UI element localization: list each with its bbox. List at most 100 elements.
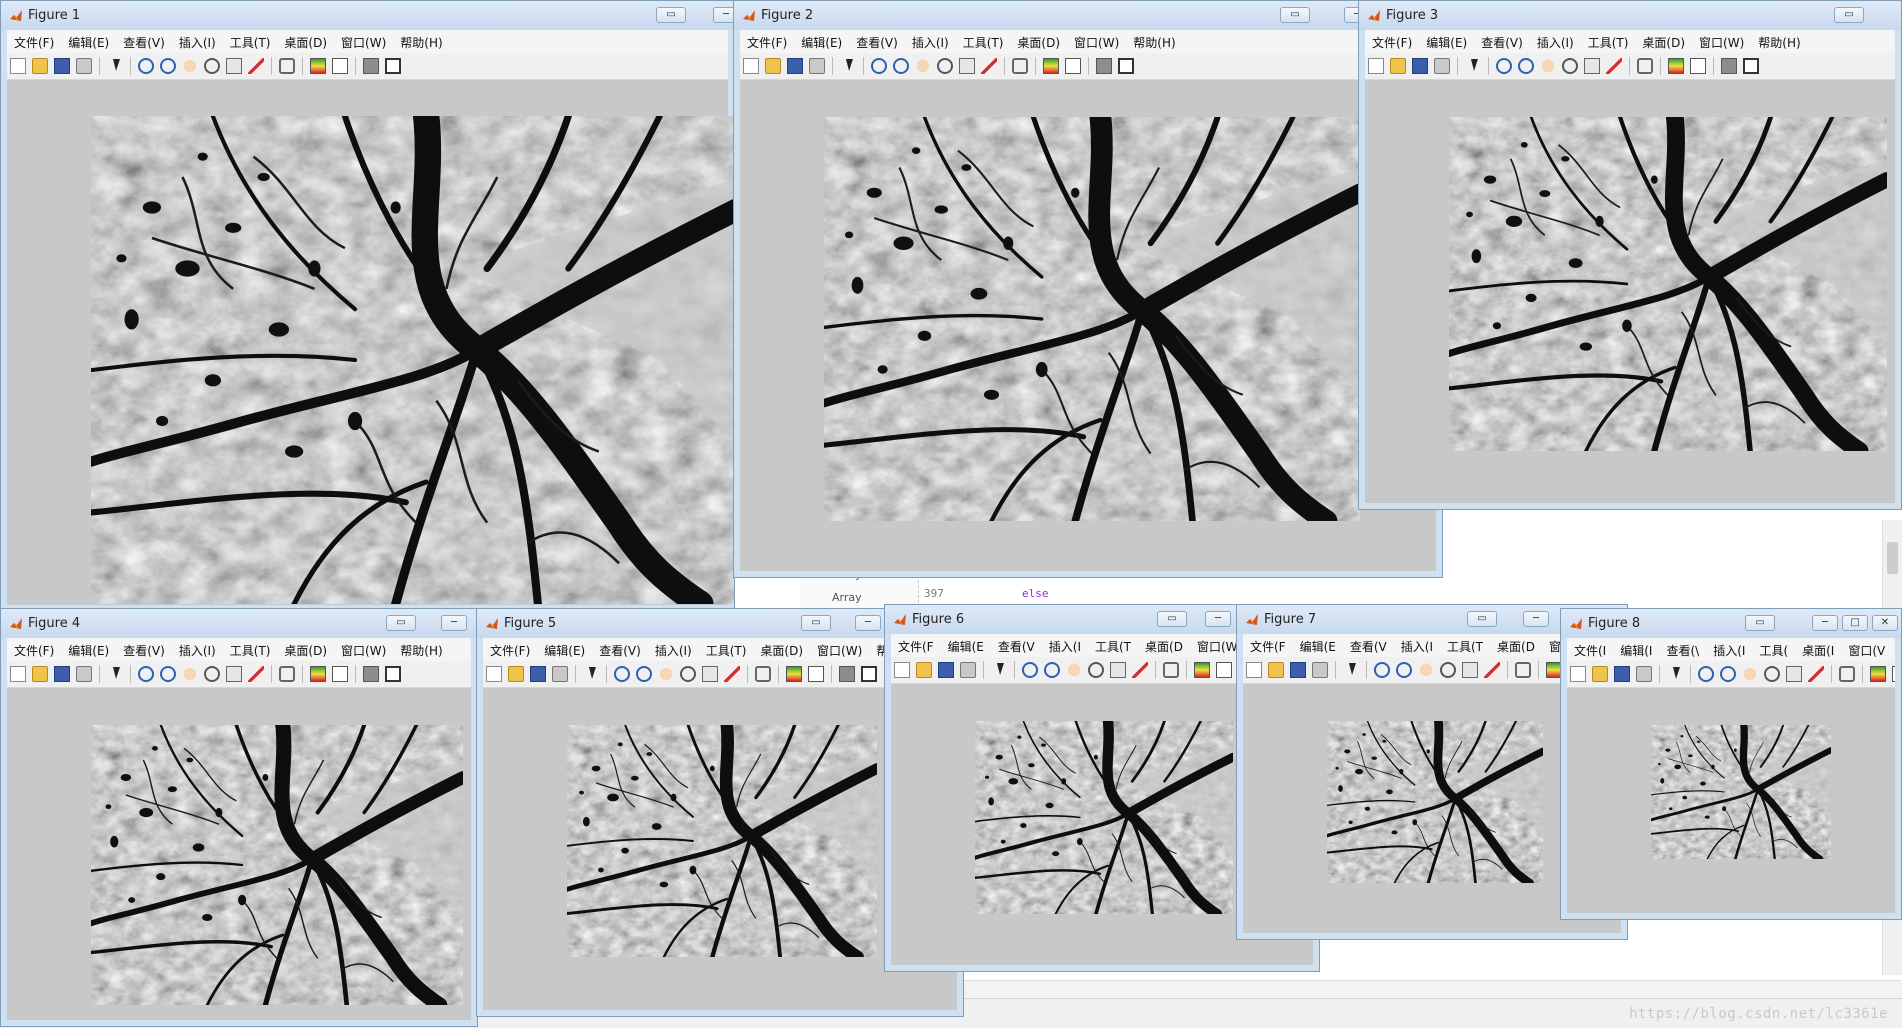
link-plot-icon[interactable] <box>1515 662 1531 678</box>
data-cursor-icon[interactable] <box>1786 666 1802 682</box>
rotate-3d-icon[interactable] <box>1764 666 1780 682</box>
data-cursor-icon[interactable] <box>702 666 718 682</box>
menu-item[interactable]: 文件(F) <box>7 30 61 53</box>
figure-window-3[interactable]: Figure 3 ▭ 文件(F) 编辑(E) 查看(V) 插入(I) 工具(T) 桌面(D) 窗… <box>1358 0 1902 510</box>
print-icon[interactable] <box>1312 662 1328 678</box>
new-figure-icon[interactable] <box>10 58 26 74</box>
menu-item[interactable]: 桌面(D <box>1138 634 1190 657</box>
link-plot-icon[interactable] <box>1637 58 1653 74</box>
zoom-in-icon[interactable] <box>1022 662 1038 678</box>
open-file-icon[interactable] <box>32 58 48 74</box>
new-figure-icon[interactable] <box>1246 662 1262 678</box>
menu-item[interactable]: 桌面(D) <box>277 30 334 53</box>
print-icon[interactable] <box>1434 58 1450 74</box>
edit-plot-arrow-icon[interactable] <box>1343 662 1359 678</box>
colorbar-icon[interactable] <box>310 58 326 74</box>
show-plot-tools-icon[interactable] <box>385 58 401 74</box>
figure-window-2[interactable]: Figure 2 ▭ ─ 文件(F) 编辑(E) 查看(V) 插入(I) 工具(T) 桌面(D)… <box>733 0 1443 578</box>
menu-item[interactable]: 插入(I) <box>648 638 699 661</box>
data-cursor-icon[interactable] <box>226 666 242 682</box>
menu-item[interactable]: 帮助(H) <box>1126 30 1182 53</box>
figure-window-4[interactable]: Figure 4 ▭ ─ 文件(F) 编辑(E) 查看(V) 插入(I) 工具(T) 桌面(D)… <box>0 608 478 1027</box>
menu-item[interactable]: 窗口(V <box>1841 638 1892 661</box>
menu-item[interactable]: 查看(\ <box>1659 638 1706 661</box>
print-icon[interactable] <box>76 666 92 682</box>
pan-hand-icon[interactable] <box>182 666 198 682</box>
restore-button[interactable]: ▭ <box>386 615 416 631</box>
menu-item[interactable]: 窗口(W) <box>1067 30 1126 53</box>
menu-item[interactable]: 桌面(I <box>1795 638 1841 661</box>
colorbar-icon[interactable] <box>1870 666 1886 682</box>
pan-hand-icon[interactable] <box>658 666 674 682</box>
menu-item[interactable]: 查看(V) <box>592 638 648 661</box>
figure-window-1[interactable]: Figure 1 ▭ ─ 文件(F) 编辑(E) 查看(V) 插入(I) 工具(T) 桌面(D)… <box>0 0 735 612</box>
pan-hand-icon[interactable] <box>1540 58 1556 74</box>
zoom-in-icon[interactable] <box>138 58 154 74</box>
colorbar-icon[interactable] <box>1668 58 1684 74</box>
new-figure-icon[interactable] <box>743 58 759 74</box>
menu-item[interactable]: 编辑(E) <box>61 30 116 53</box>
menu-item[interactable]: 帮助(H) <box>393 638 449 661</box>
title-bar[interactable]: Figure 1 ▭ ─ <box>1 1 734 30</box>
brush-icon[interactable] <box>1132 662 1148 678</box>
legend-icon[interactable] <box>808 666 824 682</box>
data-cursor-icon[interactable] <box>226 58 242 74</box>
link-plot-icon[interactable] <box>1163 662 1179 678</box>
rotate-3d-icon[interactable] <box>1088 662 1104 678</box>
zoom-out-icon[interactable] <box>1044 662 1060 678</box>
menu-item[interactable]: 窗口(W) <box>334 638 393 661</box>
zoom-in-icon[interactable] <box>138 666 154 682</box>
print-icon[interactable] <box>960 662 976 678</box>
menu-item[interactable]: 查看(V) <box>849 30 905 53</box>
menu-item[interactable]: 工具(T) <box>956 30 1011 53</box>
title-bar[interactable]: Figure 4 ▭ ─ <box>1 609 477 638</box>
brush-icon[interactable] <box>248 666 264 682</box>
menu-item[interactable]: 文件(F) <box>1365 30 1419 53</box>
minimize-button[interactable]: ─ <box>713 7 734 23</box>
rotate-3d-icon[interactable] <box>1562 58 1578 74</box>
hide-plot-tools-icon[interactable] <box>363 58 379 74</box>
legend-icon[interactable] <box>1216 662 1232 678</box>
save-icon[interactable] <box>54 58 70 74</box>
menu-item[interactable]: 文件(F <box>1243 634 1293 657</box>
zoom-out-icon[interactable] <box>1518 58 1534 74</box>
menu-item[interactable]: 插入(I) <box>172 638 223 661</box>
menu-item[interactable]: 文件(F) <box>740 30 794 53</box>
open-file-icon[interactable] <box>916 662 932 678</box>
edit-plot-arrow-icon[interactable] <box>840 58 856 74</box>
minimize-button[interactable]: ─ <box>1205 611 1231 627</box>
menu-item[interactable]: 工具(T <box>1088 634 1138 657</box>
zoom-in-icon[interactable] <box>614 666 630 682</box>
zoom-in-icon[interactable] <box>871 58 887 74</box>
save-icon[interactable] <box>54 666 70 682</box>
show-plot-tools-icon[interactable] <box>385 666 401 682</box>
legend-icon[interactable] <box>332 666 348 682</box>
pan-hand-icon[interactable] <box>1418 662 1434 678</box>
brush-icon[interactable] <box>1484 662 1500 678</box>
save-icon[interactable] <box>1614 666 1630 682</box>
restore-button[interactable]: ▭ <box>656 7 686 23</box>
colorbar-icon[interactable] <box>786 666 802 682</box>
data-cursor-icon[interactable] <box>1110 662 1126 678</box>
zoom-in-icon[interactable] <box>1496 58 1512 74</box>
show-plot-tools-icon[interactable] <box>861 666 877 682</box>
new-figure-icon[interactable] <box>894 662 910 678</box>
show-plot-tools-icon[interactable] <box>1118 58 1134 74</box>
zoom-in-icon[interactable] <box>1374 662 1390 678</box>
menu-item[interactable]: 编辑(E) <box>794 30 849 53</box>
title-bar[interactable]: Figure 8 ▭ ─ □ ✕ <box>1561 609 1901 638</box>
open-file-icon[interactable] <box>1592 666 1608 682</box>
data-cursor-icon[interactable] <box>959 58 975 74</box>
menu-item[interactable]: 编辑(E) <box>61 638 116 661</box>
new-figure-icon[interactable] <box>1570 666 1586 682</box>
data-cursor-icon[interactable] <box>1584 58 1600 74</box>
brush-icon[interactable] <box>248 58 264 74</box>
open-file-icon[interactable] <box>1268 662 1284 678</box>
menu-item[interactable]: 窗口(W) <box>810 638 869 661</box>
colorbar-icon[interactable] <box>1043 58 1059 74</box>
zoom-out-icon[interactable] <box>160 58 176 74</box>
pan-hand-icon[interactable] <box>1742 666 1758 682</box>
menu-item[interactable]: 文件(I <box>1567 638 1613 661</box>
menu-item[interactable]: 桌面(D) <box>1635 30 1692 53</box>
menu-item[interactable]: 工具(T) <box>699 638 754 661</box>
